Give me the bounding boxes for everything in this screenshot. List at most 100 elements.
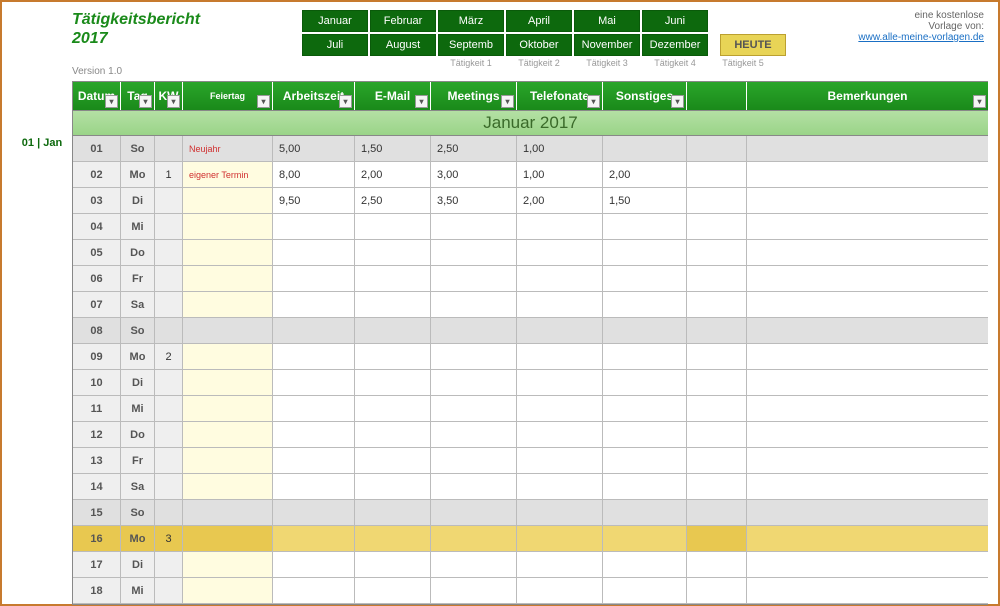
kw-cell[interactable] bbox=[155, 422, 183, 447]
datum-cell[interactable]: 18 bbox=[73, 578, 121, 603]
feiertag-cell[interactable] bbox=[183, 344, 273, 369]
arbeitszeit-cell[interactable] bbox=[273, 318, 355, 343]
month-button-juni[interactable]: Juni bbox=[642, 10, 708, 32]
email-cell[interactable] bbox=[355, 344, 431, 369]
feiertag-cell[interactable]: Neujahr bbox=[183, 136, 273, 161]
filter-dropdown-icon[interactable] bbox=[415, 95, 428, 108]
email-cell[interactable] bbox=[355, 292, 431, 317]
tag-cell[interactable]: Mo bbox=[121, 344, 155, 369]
sonstiges-cell[interactable]: 1,50 bbox=[603, 188, 687, 213]
feiertag-cell[interactable] bbox=[183, 552, 273, 577]
datum-cell[interactable]: 02 bbox=[73, 162, 121, 187]
feiertag-cell[interactable] bbox=[183, 474, 273, 499]
meetings-cell[interactable] bbox=[431, 500, 517, 525]
meetings-cell[interactable] bbox=[431, 396, 517, 421]
filter-dropdown-icon[interactable] bbox=[339, 95, 352, 108]
month-button-august[interactable]: August bbox=[370, 34, 436, 56]
kw-cell[interactable] bbox=[155, 240, 183, 265]
meetings-cell[interactable] bbox=[431, 422, 517, 447]
filter-dropdown-icon[interactable] bbox=[587, 95, 600, 108]
tag-cell[interactable]: Fr bbox=[121, 266, 155, 291]
email-cell[interactable] bbox=[355, 526, 431, 551]
telefonate-cell[interactable] bbox=[517, 266, 603, 291]
tag-cell[interactable]: Sa bbox=[121, 474, 155, 499]
bemerkungen-cell[interactable] bbox=[747, 396, 988, 421]
meetings-cell[interactable] bbox=[431, 552, 517, 577]
col-header-telefonate[interactable]: Telefonate bbox=[517, 82, 603, 110]
sonstiges-cell[interactable] bbox=[603, 292, 687, 317]
filter-dropdown-icon[interactable] bbox=[139, 95, 152, 108]
col-header-feiertag[interactable]: Feiertag bbox=[183, 82, 273, 110]
spacer-cell[interactable] bbox=[687, 552, 747, 577]
telefonate-cell[interactable]: 2,00 bbox=[517, 188, 603, 213]
datum-cell[interactable]: 13 bbox=[73, 448, 121, 473]
sonstiges-cell[interactable] bbox=[603, 318, 687, 343]
bemerkungen-cell[interactable] bbox=[747, 188, 988, 213]
bemerkungen-cell[interactable] bbox=[747, 500, 988, 525]
spacer-cell[interactable] bbox=[687, 396, 747, 421]
bemerkungen-cell[interactable] bbox=[747, 162, 988, 187]
telefonate-cell[interactable] bbox=[517, 552, 603, 577]
kw-cell[interactable] bbox=[155, 370, 183, 395]
feiertag-cell[interactable] bbox=[183, 370, 273, 395]
email-cell[interactable] bbox=[355, 318, 431, 343]
month-button-mai[interactable]: Mai bbox=[574, 10, 640, 32]
arbeitszeit-cell[interactable] bbox=[273, 552, 355, 577]
kw-cell[interactable]: 3 bbox=[155, 526, 183, 551]
sonstiges-cell[interactable] bbox=[603, 448, 687, 473]
email-cell[interactable] bbox=[355, 448, 431, 473]
col-header-arbeitszeit[interactable]: Arbeitszeit bbox=[273, 82, 355, 110]
sonstiges-cell[interactable] bbox=[603, 136, 687, 161]
month-button-juli[interactable]: Juli bbox=[302, 34, 368, 56]
col-header-meetings[interactable]: Meetings bbox=[431, 82, 517, 110]
datum-cell[interactable]: 17 bbox=[73, 552, 121, 577]
datum-cell[interactable]: 07 bbox=[73, 292, 121, 317]
sonstiges-cell[interactable] bbox=[603, 240, 687, 265]
arbeitszeit-cell[interactable] bbox=[273, 396, 355, 421]
arbeitszeit-cell[interactable] bbox=[273, 422, 355, 447]
sonstiges-cell[interactable] bbox=[603, 344, 687, 369]
telefonate-cell[interactable]: 1,00 bbox=[517, 136, 603, 161]
feiertag-cell[interactable] bbox=[183, 526, 273, 551]
spacer-cell[interactable] bbox=[687, 318, 747, 343]
arbeitszeit-cell[interactable] bbox=[273, 344, 355, 369]
email-cell[interactable]: 2,50 bbox=[355, 188, 431, 213]
spacer-cell[interactable] bbox=[687, 214, 747, 239]
meetings-cell[interactable]: 3,50 bbox=[431, 188, 517, 213]
kw-cell[interactable] bbox=[155, 578, 183, 603]
feiertag-cell[interactable] bbox=[183, 578, 273, 603]
spacer-cell[interactable] bbox=[687, 370, 747, 395]
email-cell[interactable]: 1,50 bbox=[355, 136, 431, 161]
telefonate-cell[interactable] bbox=[517, 292, 603, 317]
spacer-cell[interactable] bbox=[687, 422, 747, 447]
bemerkungen-cell[interactable] bbox=[747, 266, 988, 291]
kw-cell[interactable] bbox=[155, 292, 183, 317]
feiertag-cell[interactable] bbox=[183, 188, 273, 213]
bemerkungen-cell[interactable] bbox=[747, 370, 988, 395]
bemerkungen-cell[interactable] bbox=[747, 318, 988, 343]
kw-cell[interactable] bbox=[155, 136, 183, 161]
tag-cell[interactable]: Mo bbox=[121, 162, 155, 187]
email-cell[interactable] bbox=[355, 552, 431, 577]
col-header-email[interactable]: E-Mail bbox=[355, 82, 431, 110]
feiertag-cell[interactable] bbox=[183, 318, 273, 343]
telefonate-cell[interactable] bbox=[517, 526, 603, 551]
sonstiges-cell[interactable] bbox=[603, 500, 687, 525]
arbeitszeit-cell[interactable] bbox=[273, 526, 355, 551]
sonstiges-cell[interactable] bbox=[603, 396, 687, 421]
meetings-cell[interactable] bbox=[431, 448, 517, 473]
tag-cell[interactable]: So bbox=[121, 500, 155, 525]
month-button-februar[interactable]: Februar bbox=[370, 10, 436, 32]
sonstiges-cell[interactable]: 2,00 bbox=[603, 162, 687, 187]
meetings-cell[interactable] bbox=[431, 214, 517, 239]
month-button-märz[interactable]: März bbox=[438, 10, 504, 32]
arbeitszeit-cell[interactable] bbox=[273, 578, 355, 603]
datum-cell[interactable]: 15 bbox=[73, 500, 121, 525]
feiertag-cell[interactable] bbox=[183, 266, 273, 291]
arbeitszeit-cell[interactable]: 8,00 bbox=[273, 162, 355, 187]
kw-cell[interactable] bbox=[155, 474, 183, 499]
sonstiges-cell[interactable] bbox=[603, 266, 687, 291]
telefonate-cell[interactable]: 1,00 bbox=[517, 162, 603, 187]
meetings-cell[interactable] bbox=[431, 474, 517, 499]
bemerkungen-cell[interactable] bbox=[747, 552, 988, 577]
